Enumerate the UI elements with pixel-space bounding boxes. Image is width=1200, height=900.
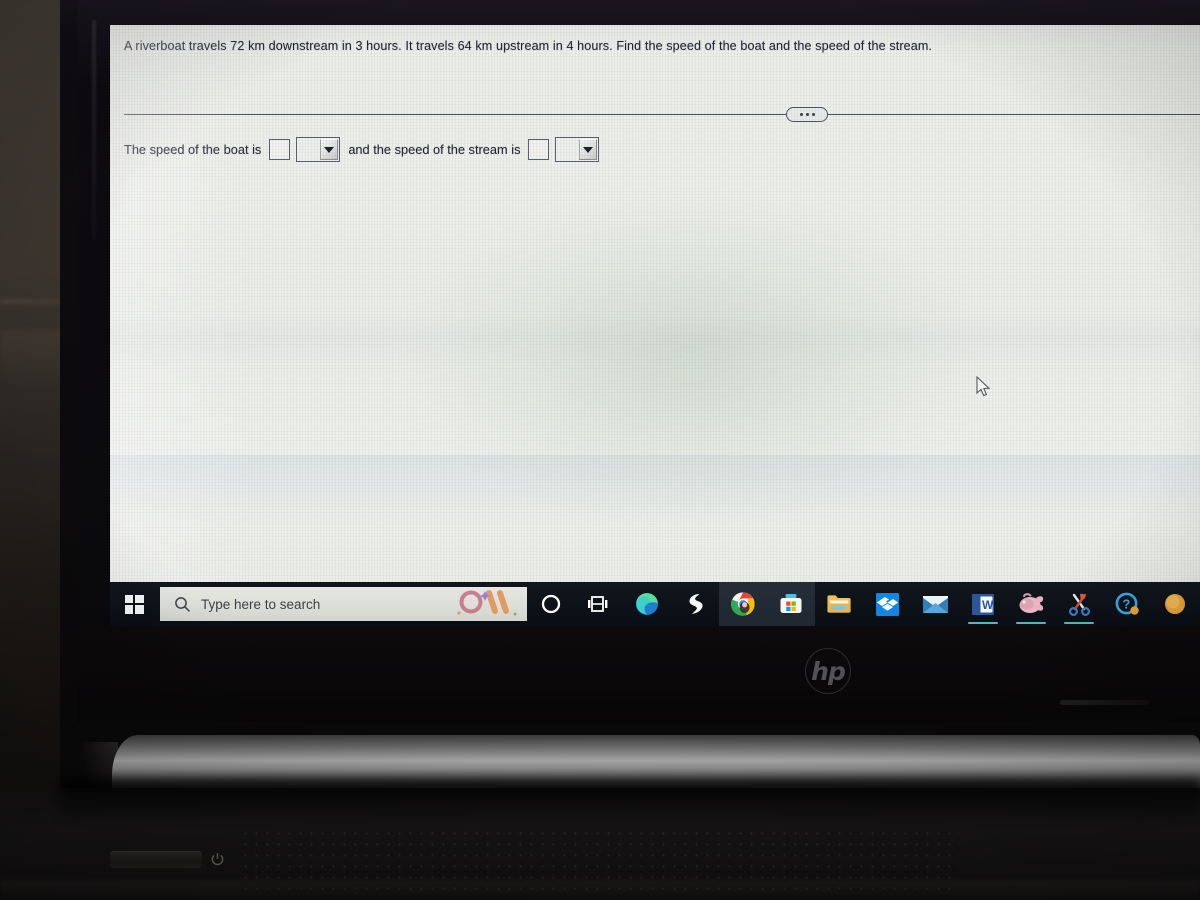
search-doodle-icon (457, 590, 517, 616)
taskbar-item-task-view[interactable] (575, 582, 623, 626)
start-button[interactable] (110, 582, 158, 626)
active-indicator (968, 621, 998, 624)
ellipsis-dot (805, 113, 809, 116)
taskbar-app-icons: W ? (527, 582, 1200, 626)
microsoft-word-icon: W (972, 593, 994, 615)
answer-prefix-label: The speed of the boat is (124, 142, 262, 157)
chevron-down-icon (579, 139, 598, 160)
boat-unit-select[interactable] (296, 137, 341, 162)
bezel-latch (1060, 700, 1150, 705)
hinge-shadow (60, 780, 1200, 820)
taskbar-item-paint[interactable] (1007, 582, 1055, 626)
taskbar-item-orange-app[interactable] (1151, 582, 1199, 626)
divider (124, 107, 1200, 123)
windows-taskbar: Type here to search W ? (110, 582, 1200, 626)
taskbar-item-microsoft-edge[interactable] (623, 582, 671, 626)
mouse-cursor (976, 376, 991, 397)
homework-page: A riverboat travels 72 km downstream in … (110, 25, 1200, 525)
boat-speed-input[interactable] (269, 139, 291, 160)
active-indicator (1064, 621, 1094, 624)
divider-line (124, 114, 1200, 116)
hp-logo: hp (805, 648, 851, 694)
taskbar-item-flash-app[interactable] (671, 582, 719, 626)
search-placeholder-text: Type here to search (201, 596, 321, 612)
photo-of-laptop: A riverboat travels 72 km downstream in … (0, 0, 1200, 900)
chevron-down-icon (320, 139, 339, 160)
question-text: A riverboat travels 72 km downstream in … (124, 39, 933, 53)
power-icon (211, 853, 224, 866)
taskbar-item-microsoft-word[interactable]: W (959, 582, 1007, 626)
search-icon (175, 596, 190, 612)
power-button-slot[interactable] (110, 851, 202, 868)
cortana-icon (541, 594, 561, 614)
folder-icon (827, 595, 851, 613)
laptop-screen: A riverboat travels 72 km downstream in … (110, 25, 1200, 582)
google-chrome-icon (730, 592, 755, 616)
svg-text:?: ? (1122, 596, 1130, 611)
answer-middle-label: and the speed of the stream is (348, 142, 521, 157)
windows-logo-icon (124, 594, 144, 614)
lightning-bolt-icon (689, 594, 703, 614)
lower-bezel (78, 626, 1200, 722)
taskbar-item-snipping-tool[interactable] (1055, 582, 1103, 626)
microsoft-store-icon (780, 594, 802, 613)
bezel-highlight (92, 20, 96, 240)
taskbar-item-microsoft-store[interactable] (767, 582, 815, 626)
microsoft-edge-icon (636, 593, 658, 615)
orange-circle-icon (1165, 594, 1185, 614)
task-view-icon (588, 596, 608, 612)
paint-icon (1019, 593, 1043, 613)
mail-icon (922, 595, 948, 613)
scissors-icon (1068, 593, 1090, 616)
stream-unit-select[interactable] (555, 137, 600, 162)
taskbar-item-get-help[interactable]: ? (1103, 582, 1151, 626)
search-input[interactable]: Type here to search (160, 587, 527, 621)
taskbar-item-file-explorer[interactable] (815, 582, 863, 626)
taskbar-item-google-chrome[interactable] (719, 582, 767, 626)
stream-speed-input[interactable] (528, 139, 550, 160)
answer-row: The speed of the boat is and the speed o… (124, 137, 602, 162)
svg-text:W: W (982, 598, 994, 612)
active-indicator (1016, 621, 1046, 624)
more-options-button[interactable] (786, 107, 828, 122)
ellipsis-dot (811, 113, 815, 116)
ellipsis-dot (799, 113, 803, 116)
deck-lip (0, 880, 1200, 900)
taskbar-item-cortana[interactable] (527, 582, 575, 626)
get-help-icon: ? (1115, 592, 1139, 615)
taskbar-item-mail[interactable] (911, 582, 959, 626)
dropbox-icon (875, 592, 899, 616)
taskbar-item-dropbox[interactable] (863, 582, 911, 626)
